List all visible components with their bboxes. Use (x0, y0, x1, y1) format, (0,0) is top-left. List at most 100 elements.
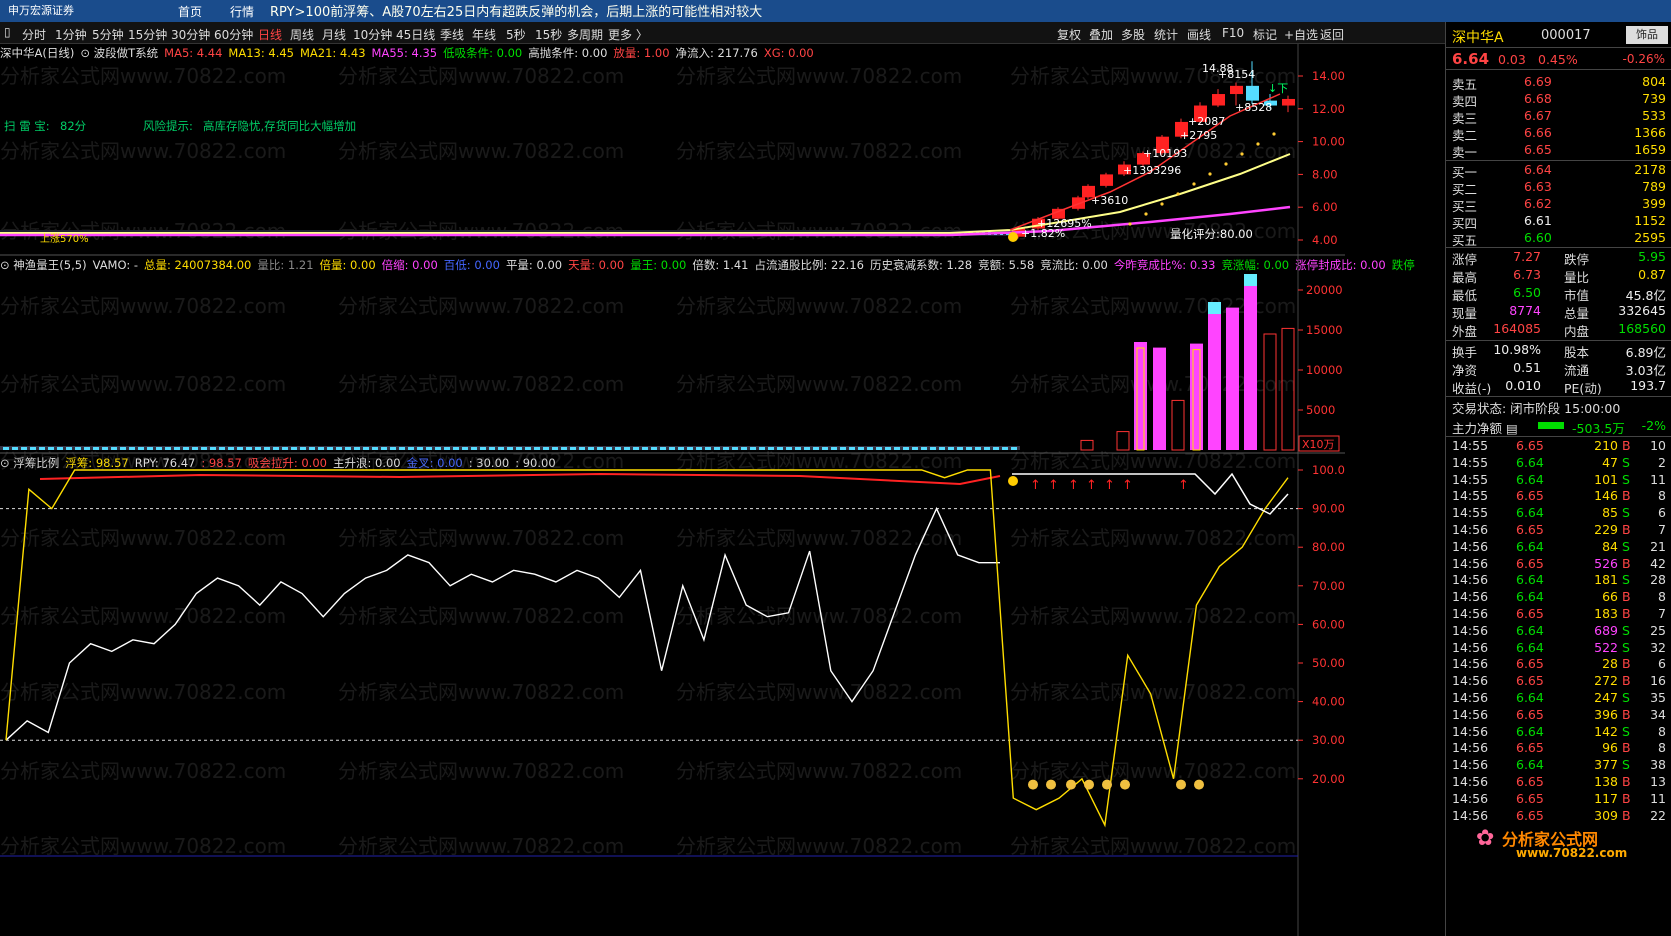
ask-row[interactable]: 卖三 6.67 533 (1446, 108, 1671, 126)
period-15sec[interactable]: 15秒 (535, 26, 562, 43)
tick-row[interactable]: 14:56 6.64 142 S 8 (1446, 724, 1671, 741)
back-button[interactable]: 返回 (1320, 26, 1344, 43)
volume-bar (210, 447, 216, 450)
volume-bar (840, 447, 846, 450)
arrow-up-icon: ↑ (1178, 478, 1189, 493)
volume-bar-magenta (1208, 302, 1221, 450)
fuquan-button[interactable]: 复权 (1057, 26, 1081, 43)
tick-row[interactable]: 14:56 6.65 183 B 7 (1446, 606, 1671, 623)
tick-row[interactable]: 14:56 6.64 181 S 28 (1446, 572, 1671, 589)
period-multi[interactable]: 多周期 (567, 26, 603, 43)
multi-stock-button[interactable]: 多股 (1121, 26, 1145, 43)
period-1min[interactable]: 1分钟 (55, 26, 87, 43)
volume-bar (129, 447, 135, 450)
nav-home[interactable]: 首页 (178, 3, 202, 20)
volume-bar (516, 447, 522, 450)
tick-row[interactable]: 14:55 6.64 85 S 6 (1446, 505, 1671, 522)
stat-row: 净资 0.51 流通 3.03亿 (1452, 360, 1666, 378)
dot-marker (1272, 132, 1276, 136)
ask-row[interactable]: 卖一 6.65 1659 (1446, 142, 1671, 160)
chart-area[interactable]: 14.0012.0010.008.006.004.0014.88+8154+85… (0, 44, 1345, 936)
period-10min[interactable]: 10分钟 (353, 26, 392, 43)
ask-row[interactable]: 卖四 6.68 739 (1446, 91, 1671, 109)
tick-row[interactable]: 14:55 6.65 146 B 8 (1446, 488, 1671, 505)
volume-axis-label: 10000 (1306, 363, 1343, 377)
volume-bar (678, 447, 684, 450)
tick-row[interactable]: 14:56 6.65 229 B 7 (1446, 522, 1671, 539)
stat-row: 涨停 7.27 跌停 5.95 (1452, 249, 1666, 267)
tick-row[interactable]: 14:56 6.65 28 B 6 (1446, 656, 1671, 673)
overlay-button[interactable]: 叠加 (1089, 26, 1113, 43)
tick-row[interactable]: 14:56 6.64 522 S 32 (1446, 640, 1671, 657)
tick-row[interactable]: 14:56 6.65 526 B 42 (1446, 556, 1671, 573)
period-5sec[interactable]: 5秒 (506, 26, 526, 43)
ask-row[interactable]: 卖二 6.66 1366 (1446, 125, 1671, 143)
tick-row[interactable]: 14:56 6.65 117 B 11 (1446, 791, 1671, 808)
tick-row[interactable]: 14:56 6.64 377 S 38 (1446, 757, 1671, 774)
volume-bar (174, 447, 180, 450)
volume-bar (462, 447, 468, 450)
menu-icon[interactable]: ▯ (4, 25, 11, 39)
tick-row[interactable]: 14:55 6.64 101 S 11 (1446, 472, 1671, 489)
volume-axis-label: 15000 (1306, 323, 1343, 337)
volume-bar (282, 447, 288, 450)
dot-marker (1208, 172, 1212, 176)
period-weekly[interactable]: 周线 (290, 26, 314, 43)
bid-row[interactable]: 买一 6.64 2178 (1446, 162, 1671, 180)
volume-bar (471, 447, 477, 450)
tick-row[interactable]: 14:56 6.64 689 S 25 (1446, 623, 1671, 640)
volume-bar (228, 447, 234, 450)
dot-marker (1128, 222, 1132, 226)
statistics-button[interactable]: 统计 (1154, 26, 1178, 43)
last-price: 6.64 (1452, 50, 1490, 68)
volume-bar (615, 447, 621, 450)
tick-row[interactable]: 14:56 6.64 84 S 21 (1446, 539, 1671, 556)
add-watchlist-button[interactable]: +自选 (1284, 26, 1318, 43)
period-yearly[interactable]: 年线 (472, 26, 496, 43)
volume-bar (93, 447, 99, 450)
volume-bar-magenta (1244, 274, 1257, 450)
volume-bar (363, 447, 369, 450)
period-more[interactable]: 更多 〉 (608, 26, 648, 43)
period-30min[interactable]: 30分钟 (171, 26, 210, 43)
period-monthly[interactable]: 月线 (322, 26, 346, 43)
period-daily[interactable]: 日线 (258, 26, 282, 43)
tick-row[interactable]: 14:56 6.65 96 B 8 (1446, 740, 1671, 757)
volume-bar (777, 447, 783, 450)
period-45day[interactable]: 45日线 (396, 26, 435, 43)
draw-line-button[interactable]: 画线 (1187, 26, 1211, 43)
tick-row[interactable]: 14:56 6.65 138 B 13 (1446, 774, 1671, 791)
stat-row: 换手 10.98% 股本 6.89亿 (1452, 342, 1666, 360)
period-15min[interactable]: 15分钟 (128, 26, 167, 43)
volume-bar (768, 447, 774, 450)
tick-row[interactable]: 14:56 6.65 396 B 34 (1446, 707, 1671, 724)
volume-bar (750, 447, 756, 450)
tick-row[interactable]: 14:55 6.65 210 B 10 (1446, 438, 1671, 455)
period-fenshi[interactable]: 分时 (22, 26, 46, 43)
bid-row[interactable]: 买二 6.63 789 (1446, 179, 1671, 197)
volume-bar (813, 447, 819, 450)
news-marquee[interactable]: RPY>100前浮筹、A股70左右25日内有超跌反弹的机会，后期上涨的可能性相对… (270, 1, 762, 20)
period-60min[interactable]: 60分钟 (214, 26, 253, 43)
f10-button[interactable]: F10 (1222, 26, 1244, 40)
period-5min[interactable]: 5分钟 (92, 26, 124, 43)
tick-row[interactable]: 14:56 6.64 247 S 35 (1446, 690, 1671, 707)
mark-button[interactable]: 标记 (1253, 26, 1277, 43)
sector-flag[interactable]: 饰品 (1626, 26, 1668, 44)
bid-row[interactable]: 买四 6.61 1152 (1446, 213, 1671, 231)
period-quarterly[interactable]: 季线 (440, 26, 464, 43)
tick-row[interactable]: 14:56 6.65 272 B 16 (1446, 673, 1671, 690)
ask-row[interactable]: 卖五 6.69 804 (1446, 74, 1671, 92)
bid-row[interactable]: 买三 6.62 399 (1446, 196, 1671, 214)
tick-row[interactable]: 14:55 6.64 47 S 2 (1446, 455, 1671, 472)
volume-bar (651, 447, 657, 450)
stat-row: 收益(-) 0.010 PE(动) 193.7 (1452, 378, 1666, 396)
nav-quotes[interactable]: 行情 (230, 3, 254, 20)
volume-bar (930, 447, 936, 450)
price-axis-label: 14.00 (1312, 69, 1345, 83)
tick-row[interactable]: 14:56 6.65 309 B 22 (1446, 808, 1671, 825)
bid-row[interactable]: 买五 6.60 2595 (1446, 230, 1671, 248)
tick-row[interactable]: 14:56 6.64 66 B 8 (1446, 589, 1671, 606)
trade-status: 交易状态: 闭市阶段 15:00:00 (1452, 401, 1621, 416)
volume-unit: X10万 (1302, 438, 1335, 451)
